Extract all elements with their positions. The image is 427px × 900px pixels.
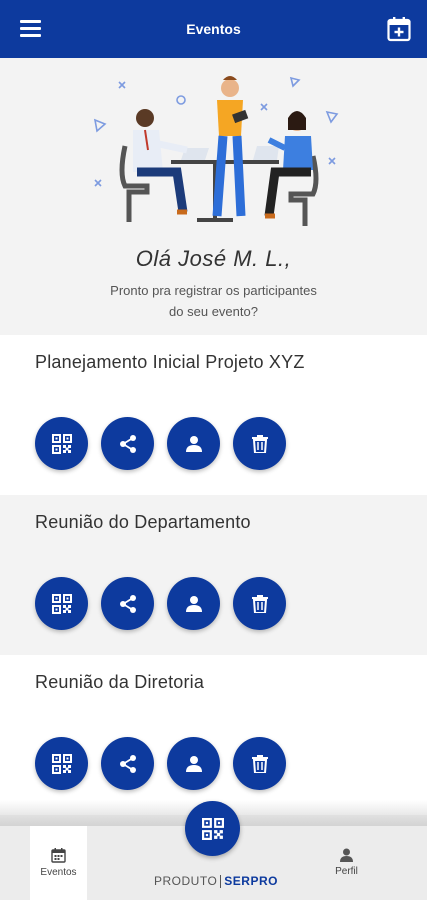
greeting-subtitle: Pronto pra registrar os participantes do… [0, 280, 427, 322]
subtitle-line-2: do seu evento? [169, 304, 258, 319]
brand-serpro: SERPRO [224, 874, 278, 888]
person-icon [340, 848, 353, 862]
delete-button[interactable] [233, 577, 286, 630]
tab-eventos-label: Eventos [40, 867, 77, 878]
person-icon [185, 755, 202, 772]
qr-code-icon [51, 593, 72, 614]
event-card: Reunião da Diretoria [0, 655, 427, 815]
trash-icon [251, 754, 268, 773]
tab-perfil[interactable]: Perfil [318, 826, 375, 900]
qr-code-button[interactable] [35, 737, 88, 790]
qr-code-button[interactable] [35, 577, 88, 630]
brand-produto: PRODUTO [154, 874, 218, 888]
share-icon [119, 594, 136, 613]
brand-logo: PRODUTO SERPRO [154, 874, 278, 888]
participants-button[interactable] [167, 417, 220, 470]
delete-button[interactable] [233, 417, 286, 470]
event-actions [35, 417, 286, 470]
share-icon [119, 434, 136, 453]
event-card: Reunião do Departamento [0, 495, 427, 655]
event-actions [35, 737, 286, 790]
welcome-hero: Olá José M. L., Pronto pra registrar os … [0, 58, 427, 335]
event-list: Planejamento Inicial Projeto XYZ Reunião… [0, 335, 427, 815]
meeting-illustration [93, 76, 339, 226]
person-icon [185, 595, 202, 612]
share-button[interactable] [101, 577, 154, 630]
qr-code-icon [51, 433, 72, 454]
event-name: Reunião do Departamento [35, 512, 251, 532]
person-icon [185, 435, 202, 452]
qr-code-button[interactable] [35, 417, 88, 470]
trash-icon [251, 434, 268, 453]
qr-code-icon [201, 817, 224, 840]
delete-button[interactable] [233, 737, 286, 790]
share-button[interactable] [101, 417, 154, 470]
event-card: Planejamento Inicial Projeto XYZ [0, 335, 427, 495]
participants-button[interactable] [167, 737, 220, 790]
scan-qr-fab[interactable] [185, 801, 240, 856]
subtitle-line-1: Pronto pra registrar os participantes [110, 283, 317, 298]
event-name: Planejamento Inicial Projeto XYZ [35, 352, 305, 372]
calendar-add-icon[interactable] [387, 16, 411, 42]
share-button[interactable] [101, 737, 154, 790]
brand-separator [220, 874, 222, 888]
share-icon [119, 754, 136, 773]
greeting: Olá José M. L., [135, 246, 292, 271]
calendar-icon [51, 848, 66, 863]
tab-eventos[interactable]: Eventos [30, 826, 87, 900]
participants-button[interactable] [167, 577, 220, 630]
page-title: Eventos [186, 21, 241, 37]
menu-icon[interactable] [20, 20, 41, 37]
event-actions [35, 577, 286, 630]
event-name: Reunião da Diretoria [35, 672, 205, 692]
trash-icon [251, 594, 268, 613]
qr-code-icon [51, 753, 72, 774]
tab-perfil-label: Perfil [335, 866, 358, 877]
app-bar: Eventos [0, 0, 427, 58]
